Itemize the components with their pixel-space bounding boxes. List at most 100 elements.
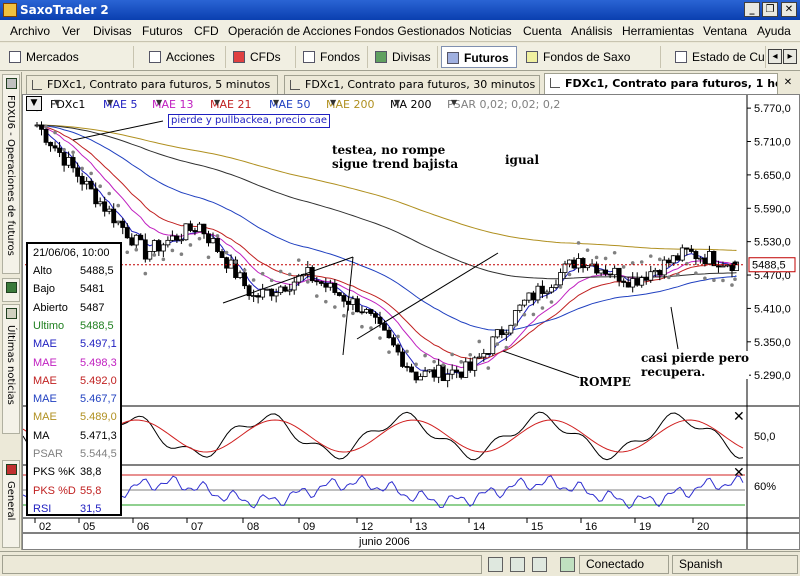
chart-note[interactable]: pierde y pullbackea, precio cae xyxy=(168,114,331,128)
psar-dot xyxy=(513,323,518,327)
psar-dot xyxy=(71,150,75,155)
status-icon-3[interactable] xyxy=(532,557,547,572)
info-value: 55,8 xyxy=(80,484,102,497)
stocks-icon xyxy=(149,51,161,63)
psar-dot xyxy=(414,362,418,367)
psar-dot xyxy=(324,299,328,304)
close-pane-icon: ✕ xyxy=(733,409,745,425)
toolbar-acciones[interactable]: Acciones xyxy=(144,46,226,68)
x-tick-label: 02 xyxy=(39,521,51,533)
psar-dot xyxy=(333,305,337,309)
toolbar-fondos-saxo[interactable]: Fondos de Saxo Bank xyxy=(521,46,661,86)
toolbar-scroll-left[interactable]: ◂ xyxy=(768,49,782,64)
info-key: RSI xyxy=(33,502,52,515)
toolbar-divisas[interactable]: Divisas xyxy=(370,46,438,68)
candle xyxy=(219,251,225,259)
candle xyxy=(540,285,545,294)
annotation-rompe[interactable]: ROMPE xyxy=(579,375,631,389)
toolbar-scroll-right[interactable]: ▸ xyxy=(783,49,797,64)
close-tab-icon[interactable]: ✕ xyxy=(780,76,796,91)
tab-1-hora[interactable]: FDXc1, Contrato para futuros, 1 hora xyxy=(544,73,778,94)
tab-fdxu6-operaciones[interactable]: FDXU6 - Operaciones de futuros xyxy=(2,74,20,274)
candle xyxy=(454,369,460,373)
x-tick-label: 16 xyxy=(585,521,597,533)
toolbar-futuros[interactable]: Futuros xyxy=(441,46,517,68)
candle xyxy=(255,295,261,298)
candle xyxy=(48,141,53,147)
info-row: MAE 5.489,0 xyxy=(33,411,121,429)
info-row: Bajo 5481 xyxy=(33,283,121,301)
menu-analisis[interactable]: Análisis xyxy=(571,24,612,38)
status-icon-1[interactable] xyxy=(488,557,503,572)
chart-menu-button[interactable]: ▼ xyxy=(26,96,42,111)
psar-dot xyxy=(260,271,265,276)
menu-herramientas[interactable]: Herramientas xyxy=(622,24,694,38)
psar-dot xyxy=(648,254,653,258)
toolbar-mercados-globales[interactable]: Mercados Globales xyxy=(4,46,134,86)
menu-ver[interactable]: Ver xyxy=(62,24,80,38)
annotation-igual[interactable]: igual xyxy=(505,153,540,167)
psar-dot xyxy=(712,278,716,282)
candle xyxy=(215,238,220,252)
candle xyxy=(400,351,405,367)
candle xyxy=(621,280,627,283)
psar-dot xyxy=(721,278,725,283)
menu-cuenta[interactable]: Cuenta xyxy=(523,24,562,38)
fx-icon xyxy=(375,51,387,63)
menu-futuros[interactable]: Futuros xyxy=(142,24,183,38)
candle xyxy=(616,267,622,282)
candle xyxy=(174,235,180,241)
candle xyxy=(124,227,130,239)
price-pane xyxy=(23,95,747,405)
toolbar-fondos[interactable]: Fondos xyxy=(298,46,368,68)
tab-ultimas-noticias[interactable]: Últimas noticias xyxy=(2,304,20,434)
candle xyxy=(52,145,58,149)
toolbar-cfds[interactable]: CFDs xyxy=(228,46,296,68)
psar-dot xyxy=(549,300,554,304)
menu-archivo[interactable]: Archivo xyxy=(10,24,50,38)
app-icon xyxy=(3,3,17,17)
minimize-button[interactable]: _ xyxy=(744,2,760,17)
psar-dot xyxy=(522,312,527,317)
futures-tab-icon xyxy=(6,78,17,89)
psar-dot xyxy=(603,256,608,261)
candle xyxy=(237,272,243,278)
menu-ayuda[interactable]: Ayuda xyxy=(757,24,791,38)
menu-divisas[interactable]: Divisas xyxy=(93,24,132,38)
toolbar-estado-cuenta[interactable]: Estado de Cuen xyxy=(670,46,766,68)
cfd-icon xyxy=(233,51,245,63)
language-status[interactable]: Spanish xyxy=(672,555,798,574)
lock-icon xyxy=(560,557,575,572)
menu-ventana[interactable]: Ventana xyxy=(703,24,747,38)
candle xyxy=(693,251,699,260)
candle xyxy=(120,220,126,228)
info-key: PKS %D xyxy=(33,484,76,497)
psar-dot xyxy=(143,271,148,276)
menu-fondos-gestionados[interactable]: Fondos Gestionados xyxy=(354,24,465,38)
psar-dot xyxy=(278,269,283,274)
candle xyxy=(729,264,735,272)
tab-30-minutos[interactable]: FDXc1, Contrato para futuros, 30 minutos xyxy=(284,75,540,94)
close-button[interactable]: ✕ xyxy=(781,2,797,17)
status-icon-2[interactable] xyxy=(510,557,525,572)
menu-operacion-acciones[interactable]: Operación de Acciones xyxy=(228,24,351,38)
menu-cfd[interactable]: CFD xyxy=(194,24,219,38)
tab-general[interactable]: General xyxy=(2,460,20,548)
psar-dot xyxy=(387,350,391,354)
last-price-label: 5488,5 xyxy=(752,260,786,272)
tab-5-minutos[interactable]: FDXc1, Contrato para futuros, 5 minutos xyxy=(26,75,278,94)
tab-chart-tool[interactable] xyxy=(2,278,20,302)
window-title: SaxoTrader 2 xyxy=(20,3,109,17)
candle xyxy=(526,292,532,301)
candle xyxy=(382,323,387,331)
psar-dot xyxy=(486,366,491,370)
annotation-testea[interactable]: testea, no rompe sigue trend bajista xyxy=(332,143,459,171)
psar-dot xyxy=(107,191,112,196)
psar-dot xyxy=(206,255,211,260)
globe-icon xyxy=(9,51,21,63)
candle xyxy=(711,251,717,267)
info-value: 5.471,3 xyxy=(80,429,117,442)
menu-noticias[interactable]: Noticias xyxy=(469,24,512,38)
maximize-button[interactable]: ❐ xyxy=(762,2,778,17)
annotation-casi-pierde[interactable]: casi pierde pero recupera. xyxy=(641,351,750,379)
